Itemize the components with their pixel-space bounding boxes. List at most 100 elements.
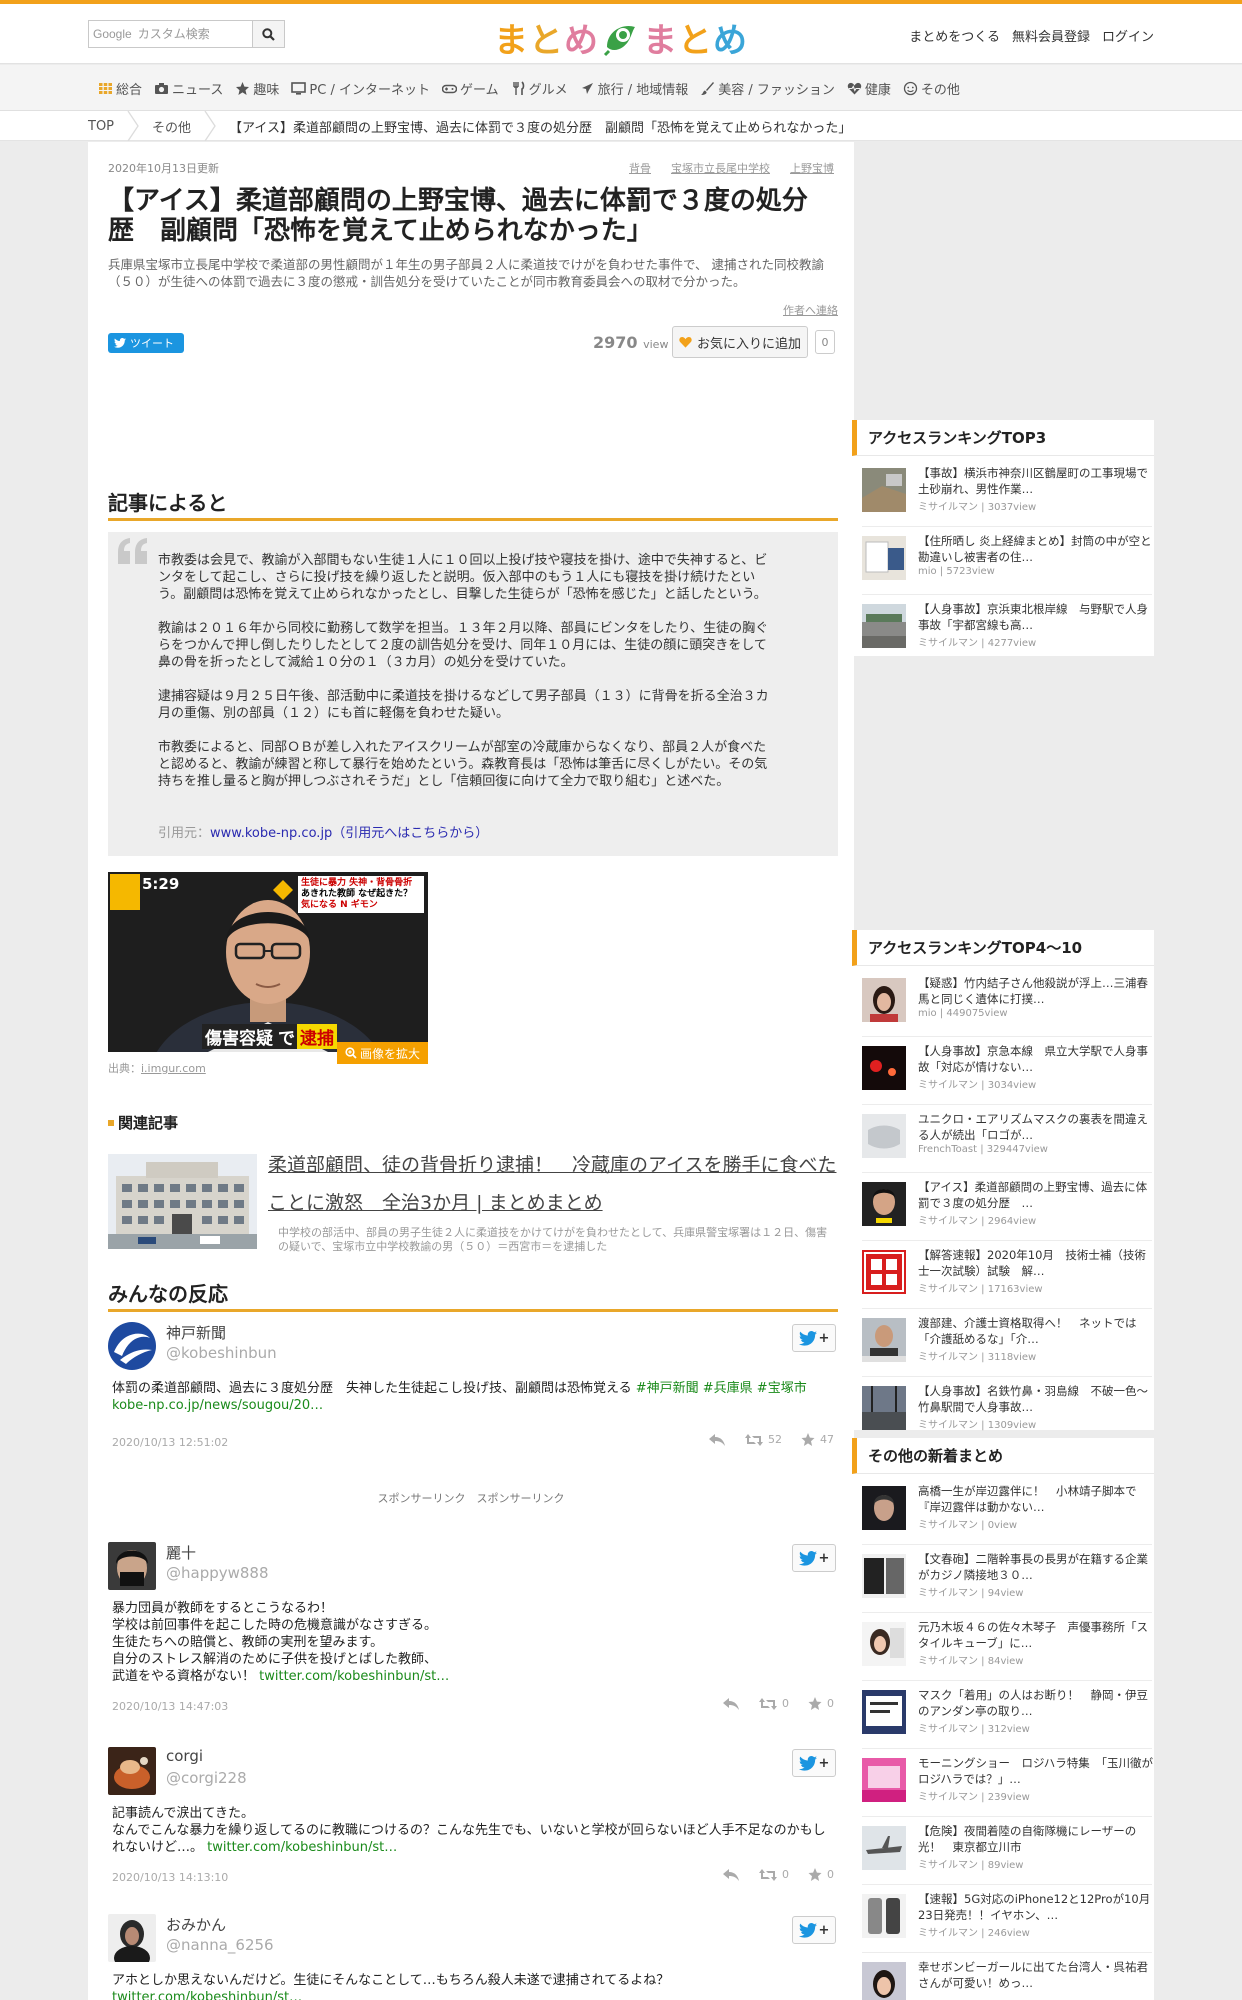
newest-item[interactable]: 【文春砲】二階幹事長の長男が在籍する企業がカジノ隣接地３０… ミサイルマン | … [862, 1552, 1154, 1620]
follow-button[interactable]: + [792, 1544, 836, 1572]
tweet-author-handle[interactable]: @corgi228 [166, 1769, 247, 1787]
ranking-item[interactable]: ユニクロ・エアリズムマスクの裏表を間違える人が続出「ロゴが… FrenchToa… [862, 1112, 1154, 1180]
avatar[interactable] [108, 1747, 156, 1795]
nav-item-travel[interactable]: 旅行 / 地域情報 [580, 79, 688, 98]
reply-button[interactable] [722, 1868, 740, 1882]
newest-item[interactable]: マスク「着用」の人はお断り！ 静岡・伊豆のアンダン亭の取り… ミサイルマン | … [862, 1688, 1154, 1756]
like-button[interactable]: 47 [800, 1432, 834, 1447]
tweet-text: アホとしか思えないんだけど。生徒にそんなことして…もちろん殺人未遂で逮捕されてる… [112, 1972, 832, 2000]
quote-paragraph: 逮捕容疑は９月２５日午後、部活動中に柔道技を掛けるなどして男子部員（１３）に背骨… [158, 689, 769, 721]
newest-meta: ミサイルマン | 246view [918, 1928, 1030, 1939]
zoom-image-button[interactable]: 画像を拡大 [337, 1042, 428, 1064]
register-link[interactable]: 無料会員登録 [1012, 26, 1090, 45]
ranking-title[interactable]: 【疑惑】竹内結子さん他殺説が浮上…三浦春馬と同じく遺体に打撲… [918, 976, 1154, 1007]
avatar[interactable] [108, 1542, 156, 1590]
nav-item-health[interactable]: 健康 [847, 79, 891, 98]
tweet-link[interactable]: twitter.com/kobeshinbun/st… [259, 1669, 449, 1684]
nav-item-general[interactable]: 総合 [98, 79, 142, 98]
nav-item-gourmet[interactable]: グルメ [511, 79, 568, 98]
follow-button[interactable]: + [792, 1749, 836, 1777]
nav-item-pc-internet[interactable]: PC / インターネット [291, 79, 430, 98]
newest-item[interactable]: 元乃木坂４６の佐々木琴子 声優事務所「スタイルキューブ」に… ミサイルマン | … [862, 1620, 1154, 1688]
ranking-item[interactable]: 【疑惑】竹内結子さん他殺説が浮上…三浦春馬と同じく遺体に打撲… mio | 44… [862, 976, 1154, 1044]
tweet-link[interactable]: twitter.com/kobeshinbun/st… [207, 1840, 397, 1855]
ranking-title[interactable]: 【アイス】柔道部顧問の上野宝博、過去に体罰で３度の処分歴 … [918, 1180, 1154, 1211]
nav-item-news[interactable]: ニュース [154, 79, 223, 98]
tweet-author-name[interactable]: 神戸新聞 [166, 1322, 226, 1343]
newest-title[interactable]: モーニングショー ロジハラ特集 「玉川徹がロジハラでは？」… [918, 1756, 1154, 1787]
search-button[interactable] [251, 21, 284, 47]
newest-title[interactable]: 元乃木坂４６の佐々木琴子 声優事務所「スタイルキューブ」に… [918, 1620, 1154, 1651]
avatar[interactable] [108, 1914, 156, 1962]
ranking-title[interactable]: 【解答速報】2020年10月 技術士補（技術士一次試験）試験 解… [918, 1248, 1154, 1279]
tweet-author-name[interactable]: 麗十 [166, 1542, 196, 1563]
newest-title[interactable]: 【文春砲】二階幹事長の長男が在籍する企業がカジノ隣接地３０… [918, 1552, 1154, 1583]
follow-button[interactable]: + [792, 1916, 836, 1944]
breadcrumb-category[interactable]: その他 [152, 117, 191, 136]
search-input[interactable] [134, 21, 252, 47]
newest-item[interactable]: 【危険】夜間着陸の自衛隊機にレーザーの光！ 東京都立川市 ミサイルマン | 89… [862, 1824, 1154, 1892]
related-article-link[interactable]: 柔道部顧問、徒の背骨折り逮捕！ 冷蔵庫のアイスを勝手に食べたことに激怒 全治3か… [268, 1146, 848, 1222]
newest-item[interactable]: 幸せボンビーガールに出てた台湾人・呉祐君さんが可愛い！めっ… [862, 1960, 1154, 2000]
newest-title[interactable]: マスク「着用」の人はお断り！ 静岡・伊豆のアンダン亭の取り… [918, 1688, 1154, 1719]
ranking-title[interactable]: 【人身事故】京浜東北根岸線 与野駅で人身事故「宇都宮線も高… [918, 602, 1154, 633]
avatar[interactable] [108, 1322, 156, 1370]
ranking-item[interactable]: 【人身事故】京浜東北根岸線 与野駅で人身事故「宇都宮線も高… ミサイルマン | … [862, 602, 1154, 670]
newest-title[interactable]: 【速報】5G対応のiPhone12と12Proが10月23日発売！！イヤホン、… [918, 1892, 1154, 1923]
newest-title[interactable]: 【危険】夜間着陸の自衛隊機にレーザーの光！ 東京都立川市 [918, 1824, 1154, 1855]
tweet-button[interactable]: ツイート [108, 333, 184, 353]
ranking-title[interactable]: 【事故】横浜市神奈川区鶴屋町の工事現場で土砂崩れ、男性作業… [918, 466, 1154, 497]
retweet-button[interactable]: 0 [758, 1697, 789, 1711]
tweet-author-name[interactable]: corgi [166, 1747, 203, 1765]
retweet-button[interactable]: 0 [758, 1868, 789, 1882]
tweet-author-handle[interactable]: @nanna_6256 [166, 1936, 274, 1954]
ranking-item[interactable]: 【アイス】柔道部顧問の上野宝博、過去に体罰で３度の処分歴 … ミサイルマン | … [862, 1180, 1154, 1248]
newest-title[interactable]: 高橋一生が岸辺露伴に！ 小林靖子脚本で『岸辺露伴は動かない… [918, 1484, 1154, 1515]
tweet-author-handle[interactable]: @happyw888 [166, 1564, 269, 1582]
ranking-title[interactable]: ユニクロ・エアリズムマスクの裏表を間違える人が続出「ロゴが… [918, 1112, 1154, 1143]
nav-item-hobby[interactable]: 趣味 [235, 79, 279, 98]
newest-item[interactable]: 高橋一生が岸辺露伴に！ 小林靖子脚本で『岸辺露伴は動かない… ミサイルマン | … [862, 1484, 1154, 1552]
ranking-title[interactable]: 【人身事故】京急本線 県立大学駅で人身事故「対応が情けない… [918, 1044, 1154, 1075]
like-button[interactable]: 0 [807, 1696, 834, 1711]
newest-item[interactable]: モーニングショー ロジハラ特集 「玉川徹がロジハラでは？」… ミサイルマン | … [862, 1756, 1154, 1824]
ranking-item[interactable]: 【人身事故】京急本線 県立大学駅で人身事故「対応が情けない… ミサイルマン | … [862, 1044, 1154, 1112]
follow-button[interactable]: + [792, 1324, 836, 1352]
ranking-title[interactable]: 渡部建、介護士資格取得へ！ ネットでは「介護舐めるな」「介… [918, 1316, 1154, 1347]
tweet-author-handle[interactable]: @kobeshinbun [166, 1344, 277, 1362]
create-matome-link[interactable]: まとめをつくる [909, 26, 1000, 45]
nav-item-other[interactable]: その他 [903, 79, 960, 98]
breadcrumb-top[interactable]: TOP [88, 119, 114, 134]
retweet-button[interactable]: 52 [744, 1433, 782, 1447]
related-thumbnail[interactable] [108, 1154, 257, 1249]
tag-link[interactable]: 上野宝博 [790, 160, 834, 176]
newest-item[interactable]: 【速報】5G対応のiPhone12と12Proが10月23日発売！！イヤホン、…… [862, 1892, 1154, 1960]
like-button[interactable]: 0 [807, 1867, 834, 1882]
ranking-item[interactable]: 渡部建、介護士資格取得へ！ ネットでは「介護舐めるな」「介… ミサイルマン | … [862, 1316, 1154, 1384]
reply-button[interactable] [708, 1433, 726, 1447]
ranking-item[interactable]: 【住所晒し 炎上経緯まとめ】封筒の中が空と勘違いし被害者の住… mio | 57… [862, 534, 1154, 602]
article-photo[interactable]: 5:29 生徒に暴力 失神・背骨骨折 あきれた教師 なぜ起きた？ 気になる N … [108, 872, 428, 1052]
ranking-item[interactable]: 【事故】横浜市神奈川区鶴屋町の工事現場で土砂崩れ、男性作業… ミサイルマン | … [862, 466, 1154, 534]
night-station-thumb-icon [862, 1046, 906, 1090]
tweet-link[interactable]: twitter.com/kobeshinbun/st… [112, 1990, 302, 2000]
reply-button[interactable] [722, 1697, 740, 1711]
nav-item-beauty[interactable]: 美容 / ファッション [700, 79, 835, 98]
add-favorite-button[interactable]: お気に入りに追加 [672, 326, 808, 358]
tweet-author-name[interactable]: おみかん [166, 1914, 226, 1935]
nav-item-game[interactable]: ゲーム [441, 79, 499, 98]
site-logo[interactable]: まとめ まとめ [494, 12, 748, 62]
ranking-item[interactable]: 【解答速報】2020年10月 技術士補（技術士一次試験）試験 解… ミサイルマン… [862, 1248, 1154, 1316]
breadcrumb-chevron-icon [204, 111, 216, 141]
ranking-title[interactable]: 【人身事故】名鉄竹鼻・羽島線 不破一色～竹鼻駅間で人身事故… [918, 1384, 1154, 1415]
photo-source-link[interactable]: i.imgur.com [141, 1062, 206, 1075]
plus-icon: + [818, 1550, 830, 1566]
login-link[interactable]: ログイン [1102, 26, 1154, 45]
tag-link[interactable]: 宝塚市立長尾中学校 [671, 160, 770, 176]
nav-label: ニュース [172, 83, 224, 98]
quote-source-link[interactable]: www.kobe-np.co.jp（引用元へはこちらから） [210, 826, 488, 841]
ranking-title[interactable]: 【住所晒し 炎上経緯まとめ】封筒の中が空と勘違いし被害者の住… [918, 534, 1154, 565]
newest-title[interactable]: 幸せボンビーガールに出てた台湾人・呉祐君さんが可愛い！めっ… [918, 1960, 1154, 1991]
tag-link[interactable]: 背骨 [629, 160, 651, 176]
contact-author-link[interactable]: 作者へ連絡 [783, 302, 838, 318]
